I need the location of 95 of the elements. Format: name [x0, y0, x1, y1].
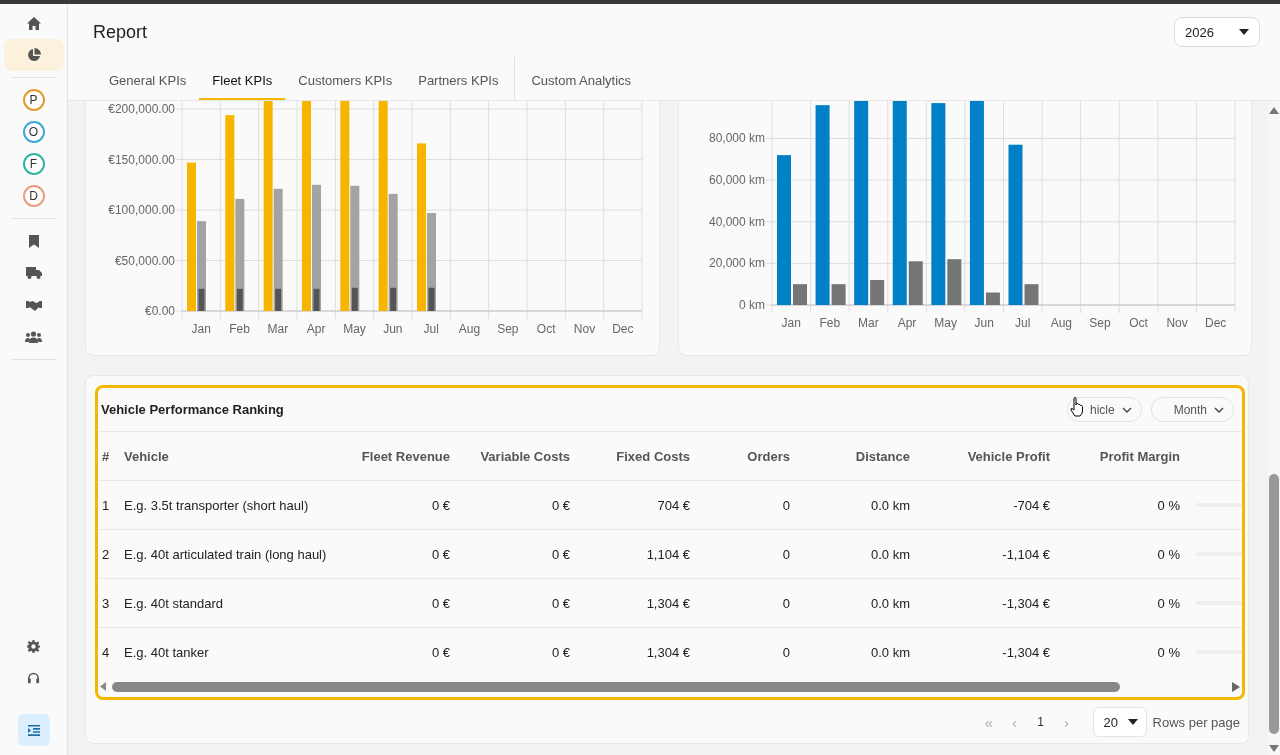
x-axis-label: Apr — [897, 316, 917, 330]
table-cell: -704 € — [914, 481, 1054, 530]
y-axis-label: €50,000.00 — [114, 253, 175, 268]
x-axis-label: Jun — [974, 316, 994, 330]
y-axis-label: €200,000.00 — [108, 102, 175, 117]
x-axis-label: Jul — [1015, 316, 1031, 330]
table-cell: 0 — [694, 481, 794, 530]
x-axis-label: Nov — [573, 322, 596, 336]
table-cell: 0 % — [1054, 579, 1184, 628]
column-header: Vehicle — [120, 432, 338, 481]
table-cell: -1,104 € — [914, 530, 1054, 579]
x-axis-label: Jul — [423, 322, 439, 336]
table-cell: 0 € — [338, 530, 454, 579]
profile-avatar[interactable]: P — [22, 89, 45, 111]
x-axis-label: Sep — [1089, 316, 1111, 330]
table-cell-text: 0 € — [550, 643, 571, 662]
x-axis-label: Feb — [819, 316, 841, 330]
x-axis-label: Jan — [191, 322, 211, 336]
tab[interactable]: General KPIs — [96, 63, 200, 100]
section-title: Vehicle Performance Ranking — [101, 402, 284, 417]
table-cell: 0.0 km — [794, 530, 914, 579]
column-header: Fleet Revenue — [338, 432, 454, 481]
table-cell-text: E.g. 40t tanker — [123, 643, 210, 662]
x-axis-label: Oct — [536, 322, 556, 336]
page-number[interactable]: 1 — [1030, 715, 1051, 729]
tab[interactable]: Customers KPIs — [285, 63, 406, 100]
x-axis-label: Feb — [229, 322, 250, 336]
filter-dropdown[interactable]: hicle — [1066, 397, 1142, 422]
column-header: # — [98, 432, 120, 481]
table-cell: E.g. 40t standard — [120, 579, 338, 628]
x-axis-label: Mar — [267, 322, 289, 336]
x-axis-label: Apr — [306, 322, 326, 336]
x-axis-label: May — [343, 322, 366, 336]
table-cell: E.g. 40t articulated train (long haul) — [120, 530, 338, 579]
rows-per-page-select[interactable]: 20 — [1092, 707, 1147, 737]
column-header: Variable Costs — [454, 432, 574, 481]
filter-dropdown[interactable]: Month — [1150, 397, 1234, 422]
x-axis-label: Sep — [497, 322, 519, 336]
year-select[interactable]: 2026 — [1174, 17, 1260, 47]
table-cell: 0 — [694, 579, 794, 628]
rows-per-page-label: Rows per page — [1152, 714, 1240, 730]
table-cell-text: 0.0 km — [870, 643, 911, 662]
x-axis-label: Nov — [1166, 316, 1188, 330]
table-cell: 0 — [694, 530, 794, 579]
table-cell: 704 € — [574, 481, 694, 530]
column-header: Fixed Costs — [574, 432, 694, 481]
table-cell: 1,104 € — [574, 530, 694, 579]
table-cell: -1,304 € — [914, 579, 1054, 628]
y-axis-label: €100,000.00 — [108, 203, 175, 218]
y-axis-label: €0.00 — [144, 304, 175, 318]
table-cell: 2 — [98, 530, 120, 579]
y-axis-label: 80,000 km — [708, 131, 765, 146]
table-cell-text: 0 % — [1156, 643, 1181, 662]
table-cell: 0.0 km — [794, 579, 914, 628]
profile-avatar[interactable]: D — [22, 185, 45, 207]
x-axis-label: Dec — [1205, 316, 1227, 330]
table-cell: E.g. 3.5t transporter (short haul) — [120, 481, 338, 530]
table-cell: 0 € — [338, 481, 454, 530]
x-axis-label: Jun — [383, 322, 403, 336]
table-cell: 0 % — [1054, 481, 1184, 530]
table-cell: 0 € — [454, 481, 574, 530]
table-cell-text: -1,304 € — [1001, 643, 1051, 662]
table-cell-text: 0 € — [430, 643, 451, 662]
tab[interactable]: Custom Analytics — [518, 63, 645, 100]
table-cell: 0 € — [454, 530, 574, 579]
column-header: Orders — [694, 432, 794, 481]
column-header: Distance — [794, 432, 914, 481]
table-cell: 0 € — [338, 579, 454, 628]
y-axis-label: 0 km — [739, 298, 765, 312]
y-axis-label: 60,000 km — [708, 173, 765, 188]
x-axis-label: Dec — [612, 322, 634, 336]
table-cell-text: 0 — [781, 643, 791, 662]
x-axis-label: Jan — [781, 316, 801, 330]
x-axis-label: Aug — [1050, 316, 1073, 330]
table-cell: 1,304 € — [574, 579, 694, 628]
profile-avatar[interactable]: F — [22, 153, 45, 175]
table-cell: 0 % — [1054, 530, 1184, 579]
y-axis-label: 40,000 km — [708, 214, 765, 229]
column-header: Vehicle Profit — [914, 432, 1054, 481]
profile-avatar[interactable]: O — [22, 121, 45, 143]
table-cell: 1 — [98, 481, 120, 530]
table-cell-text: 4 — [101, 643, 111, 662]
tab[interactable]: Partners KPIs — [405, 63, 512, 100]
table-cell: 0 € — [454, 579, 574, 628]
page-title: Report — [93, 21, 148, 43]
x-axis-label: Aug — [458, 322, 481, 336]
x-axis-label: Oct — [1129, 316, 1148, 330]
y-axis-label: €150,000.00 — [108, 152, 175, 167]
y-axis-label: 20,000 km — [708, 256, 765, 271]
x-axis-label: Mar — [858, 316, 879, 330]
column-header: Profit Margin — [1054, 432, 1184, 481]
table-cell: 3 — [98, 579, 120, 628]
table-cell: 0.0 km — [794, 481, 914, 530]
table-cell-text: 1,304 € — [645, 643, 691, 662]
x-axis-label: May — [934, 316, 957, 330]
